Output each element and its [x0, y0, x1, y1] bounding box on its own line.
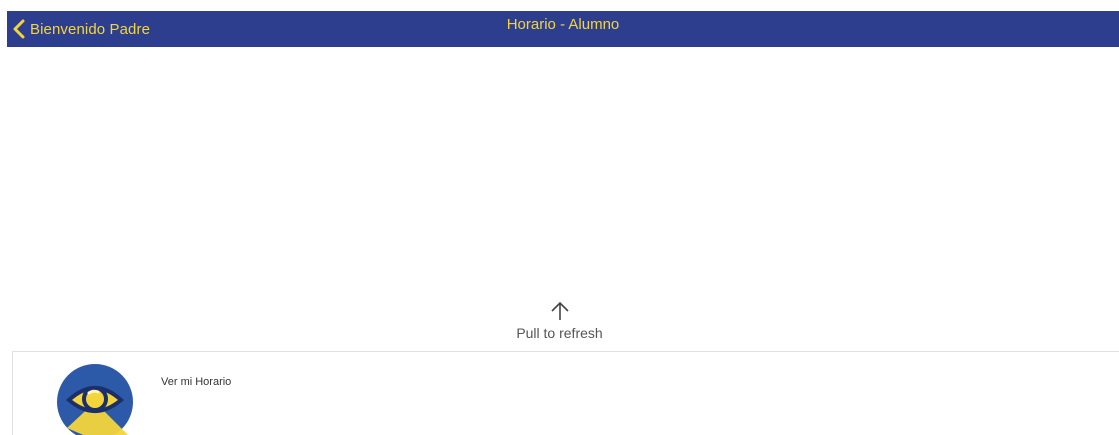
arrow-up-icon [550, 301, 569, 320]
list-item-ver-mi-horario[interactable]: Ver mi Horario [13, 352, 1119, 435]
app-screen: Bienvenido Padre Horario - Alumno Pull t… [0, 0, 1119, 435]
pull-to-refresh-text: Pull to refresh [516, 325, 603, 341]
menu-list: Ver mi Horario [12, 351, 1119, 435]
pull-to-refresh[interactable]: Pull to refresh [0, 300, 1119, 341]
chevron-left-icon [13, 19, 25, 39]
navigation-bar: Bienvenido Padre Horario - Alumno [7, 11, 1119, 47]
list-item-label: Ver mi Horario [161, 376, 232, 388]
page-title: Horario - Alumno [506, 16, 620, 33]
back-button-label: Bienvenido Padre [30, 20, 151, 38]
eye-icon [57, 364, 133, 435]
back-button[interactable]: Bienvenido Padre [11, 11, 150, 47]
